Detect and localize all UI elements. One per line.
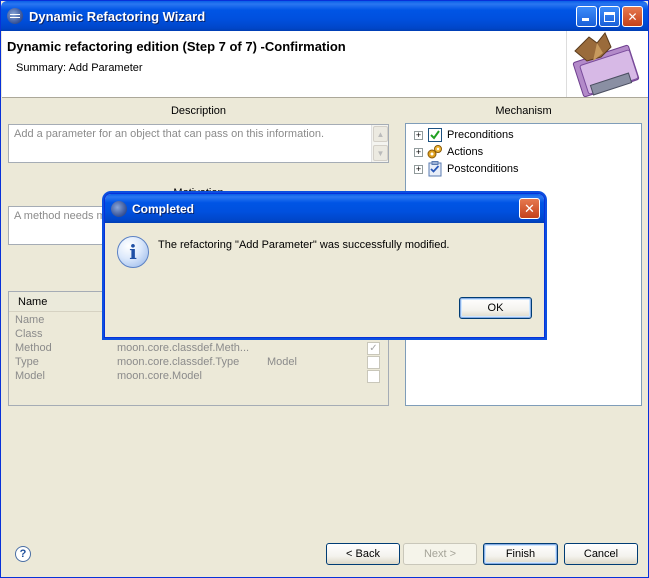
table-row[interactable]: Type moon.core.classdef.Type Model [9,356,388,370]
checkbox-checked-icon [427,127,443,143]
step-title: Dynamic refactoring edition (Step 7 of 7… [7,39,346,54]
column-header-name[interactable]: Name [18,296,47,308]
dialog-message: The refactoring "Add Parameter" was succ… [158,239,450,251]
expand-icon[interactable]: + [414,147,423,157]
description-text: Add a parameter for an object that can p… [14,128,325,140]
description-label: Description [170,105,227,117]
tree-item-preconditions[interactable]: + Preconditions [414,127,514,143]
dialog-close-button[interactable]: ✕ [519,198,540,219]
tree-item-label: Postconditions [447,163,519,175]
tree-item-postconditions[interactable]: + Postconditions [414,161,519,177]
row-checkbox[interactable] [367,370,380,383]
completed-dialog: Completed ✕ i The refactoring "Add Param… [104,193,545,338]
tree-item-actions[interactable]: + Actions [414,144,483,160]
info-icon: i [117,236,149,268]
scroll-down-icon[interactable]: ▼ [373,145,388,161]
expand-icon[interactable]: + [414,130,423,140]
summary-text: Summary: Add Parameter [16,62,143,74]
scroll-up-icon[interactable]: ▲ [373,126,388,142]
row-name: Class [15,328,43,340]
row-checkbox[interactable] [367,356,380,369]
window-title: Dynamic Refactoring Wizard [29,8,206,24]
minimize-button[interactable] [576,6,597,27]
row-name: Method [15,342,52,354]
close-button[interactable]: ✕ [622,6,643,27]
wizard-header: Dynamic refactoring edition (Step 7 of 7… [2,31,648,98]
row-extra: Model [267,356,297,368]
expand-icon[interactable]: + [414,164,423,174]
eclipse-icon [7,8,23,24]
mechanism-label: Mechanism [495,105,552,117]
description-textarea[interactable]: Add a parameter for an object that can p… [8,124,389,163]
table-row[interactable]: Model moon.core.Model [9,370,388,384]
ok-button[interactable]: OK [459,297,532,319]
description-scrollbar[interactable]: ▲ ▼ [371,125,388,162]
next-button[interactable]: Next > [403,543,477,565]
eclipse-icon [111,200,127,217]
gears-icon [427,144,443,160]
title-bar: Dynamic Refactoring Wizard ✕ [1,1,648,31]
row-checkbox[interactable]: ✓ [367,342,380,355]
table-row[interactable]: Method moon.core.classdef.Meth... ✓ [9,342,388,356]
tree-item-label: Preconditions [447,129,514,141]
row-type: moon.core.classdef.Type [117,356,240,368]
clipboard-check-icon [427,161,443,177]
row-type: moon.core.Model [117,370,202,382]
back-button[interactable]: < Back [326,543,400,565]
dialog-title: Completed [132,201,195,216]
row-name: Type [15,356,39,368]
cancel-button[interactable]: Cancel [564,543,638,565]
wizard-logo-image [566,31,646,98]
row-type: moon.core.classdef.Meth... [117,342,250,354]
finish-button[interactable]: Finish [483,543,558,565]
maximize-button[interactable] [599,6,620,27]
motivation-text: A method needs mo [14,210,112,222]
row-name: Name [15,314,45,326]
dialog-title-bar: Completed [105,194,544,223]
row-name: Model [15,370,45,382]
help-icon[interactable]: ? [15,546,31,562]
tree-item-label: Actions [447,146,484,158]
